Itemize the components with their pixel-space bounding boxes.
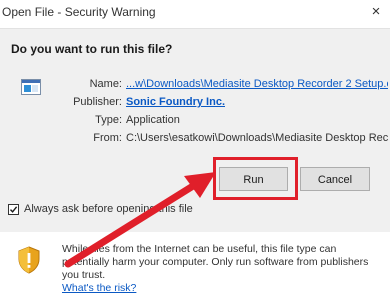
checkmark-icon [9,206,18,213]
application-icon [21,79,41,95]
from-value: C:\Users\esatkowi\Downloads\Mediasite De… [126,132,388,144]
publisher-link[interactable]: Sonic Foundry Inc. [126,96,225,108]
warning-area: While files from the Internet can be use… [0,232,390,294]
title-bar: Open File - Security Warning × [0,0,390,24]
close-icon[interactable]: × [366,2,386,22]
always-ask-checkbox[interactable] [8,204,19,215]
window-title: Open File - Security Warning [2,5,156,19]
from-label: From: [93,132,122,144]
warning-message: While files from the Internet can be use… [62,243,384,295]
cancel-button[interactable]: Cancel [300,167,370,191]
run-button[interactable]: Run [219,167,288,191]
type-value: Application [126,114,180,126]
whats-the-risk-link[interactable]: What's the risk? [62,282,384,295]
security-shield-icon [18,246,40,274]
file-name-link[interactable]: ...w\Downloads\Mediasite Desktop Recorde… [126,78,388,90]
always-ask-label: Always ask before opening this file [24,203,193,215]
name-label: Name: [89,78,122,90]
dialog-question: Do you want to run this file? [11,42,173,56]
dialog-panel: Do you want to run this file? Name: ...w… [0,28,390,232]
publisher-label: Publisher: [73,96,122,108]
warning-text: While files from the Internet can be use… [62,243,369,281]
type-label: Type: [95,114,122,126]
